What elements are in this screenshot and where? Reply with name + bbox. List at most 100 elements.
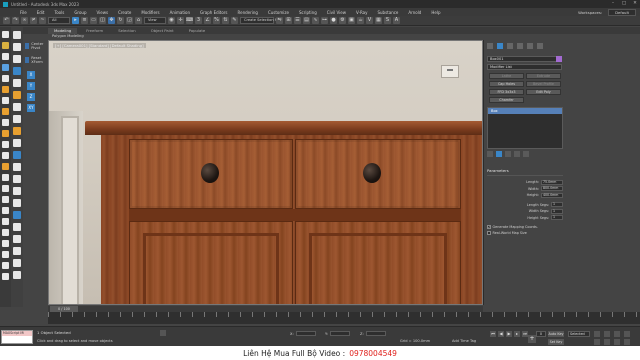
create-shape-icon[interactable] [13,79,21,87]
curve-editor-icon[interactable]: ∿ [312,17,319,24]
cap-holes-button[interactable]: Cap Holes [489,81,524,87]
edit-poly-button[interactable]: Edit Poly [526,89,561,95]
redo-icon[interactable]: ↷ [12,17,19,24]
edit-named-sel-icon[interactable]: ✎ [231,17,238,24]
auto-key-button[interactable]: Auto Key [548,331,564,337]
hide-icon[interactable] [2,218,9,225]
show-end-result-icon[interactable] [496,151,502,157]
folder-icon[interactable] [2,42,9,49]
named-selection-dropdown[interactable]: Create Selection Se [240,17,279,24]
move-icon[interactable] [2,64,9,71]
camera-icon[interactable] [2,97,9,104]
vray-render-icon[interactable]: V [366,17,373,24]
unlink-icon[interactable]: ≠ [30,17,37,24]
select-object-icon[interactable]: ▸ [72,17,79,24]
rect-selection-icon[interactable]: ▭ [90,17,97,24]
select-and-place-icon[interactable]: ⌂ [135,17,142,24]
rotate-icon[interactable] [2,75,9,82]
reference-coord-dropdown[interactable]: View [144,17,166,24]
modifier-list-dropdown[interactable]: Modifier List [487,64,562,70]
reset-xform-button[interactable]: Reset XForm [23,54,47,68]
zoom-all-icon[interactable] [604,331,610,337]
create-plane-icon[interactable] [13,67,21,75]
y-input[interactable] [329,331,350,336]
schematic-view-icon[interactable]: ⊶ [321,17,328,24]
create-cylinder-icon[interactable] [13,55,21,63]
real-world-checkbox[interactable]: Real-World Map Size [487,230,563,236]
menu-arnold[interactable]: Arnold [408,10,421,15]
bind-space-warp-icon[interactable]: ~ [39,17,46,24]
remove-modifier-icon[interactable] [514,151,520,157]
measure-icon[interactable] [2,185,9,192]
orbit-icon[interactable] [614,339,620,345]
width-segs-input[interactable]: 1 [551,208,563,214]
layers-icon[interactable] [2,152,9,159]
menu-views[interactable]: Views [97,10,109,15]
menu-tools[interactable]: Tools [54,10,64,15]
vray-frame-buffer-icon[interactable]: ▦ [375,17,382,24]
axis-y-button[interactable]: Y [27,82,35,90]
create-system-icon[interactable] [13,139,21,147]
pivot-center-icon[interactable]: ◉ [168,17,175,24]
pan-icon[interactable] [604,339,610,345]
render-production-icon[interactable]: ☕ [357,17,364,24]
viewport-icon[interactable] [2,262,9,269]
height-input[interactable]: 400.0mm [541,192,563,198]
create-box-icon[interactable] [13,31,21,39]
current-frame-input[interactable]: 0 [536,331,546,337]
menu-group[interactable]: Group [74,10,86,15]
window-crossing-icon[interactable]: ◫ [99,17,106,24]
display-icon[interactable] [13,187,21,195]
modify-icon[interactable] [13,151,21,159]
select-and-scale-icon[interactable]: ◲ [126,17,133,24]
menu-graph-editors[interactable]: Graph Editors [200,10,227,15]
snaps-toggle-icon[interactable]: 3 [195,17,202,24]
menu-vray[interactable]: V-Ray [356,10,367,15]
track-bar[interactable] [48,312,640,324]
snap-icon[interactable] [2,174,9,181]
render-icon[interactable] [2,251,9,258]
center-pivot-button[interactable]: Center Pivot [23,40,47,54]
create-sphere-icon[interactable] [13,43,21,51]
workspace-dropdown[interactable]: Default [608,9,636,16]
element-icon[interactable] [13,259,21,267]
link-icon[interactable]: ∞ [21,17,28,24]
freeze-icon[interactable] [2,229,9,236]
fov-icon[interactable] [594,339,600,345]
object-name-field[interactable]: Box001 [487,56,557,62]
extrude-button[interactable]: Extrude [526,73,561,79]
create-spacewarp-icon[interactable] [13,127,21,135]
toggle-ribbon-icon[interactable]: ▤ [303,17,310,24]
menu-edit[interactable]: Edit [37,10,45,15]
pin-stack-icon[interactable] [487,151,493,157]
create-camera-icon[interactable] [13,103,21,111]
maximize-viewport-icon[interactable] [624,339,630,345]
render-setup-icon[interactable]: ⚙ [339,17,346,24]
menu-modifiers[interactable]: Modifiers [141,10,159,15]
zoom-extents-all-icon[interactable] [624,331,630,337]
sun-icon[interactable] [2,108,9,115]
viewport-label[interactable]: [+] [Camera001] [Standard] [Default Shad… [53,43,146,48]
menu-create[interactable]: Create [118,10,131,15]
create-helper-icon[interactable] [13,115,21,123]
arnold-icon[interactable]: A [393,17,400,24]
zoom-extents-icon[interactable] [614,331,620,337]
stack-item-box[interactable]: Box [488,108,562,114]
camera-viewport[interactable]: [+] [Camera001] [Standard] [Default Shad… [48,40,483,305]
hierarchy-tab-icon[interactable] [507,43,513,49]
isolate-icon[interactable] [2,240,9,247]
zoom-icon[interactable] [594,331,600,337]
menu-rendering[interactable]: Rendering [238,10,258,15]
make-unique-icon[interactable] [505,151,511,157]
set-key-icon[interactable]: + [528,335,536,343]
bevel-profile-button[interactable]: Bevel Profile [526,81,561,87]
configure-sets-icon[interactable] [523,151,529,157]
object-color-swatch[interactable] [556,56,562,62]
substance-icon[interactable]: S [384,17,391,24]
mirror-icon[interactable]: ⇋ [276,17,283,24]
menu-scripting[interactable]: Scripting [299,10,317,15]
x-input[interactable] [295,331,316,336]
edge-icon[interactable] [13,235,21,243]
lathe-button[interactable]: Lathe [489,73,524,79]
key-filter-dropdown[interactable]: Selected [568,331,590,337]
